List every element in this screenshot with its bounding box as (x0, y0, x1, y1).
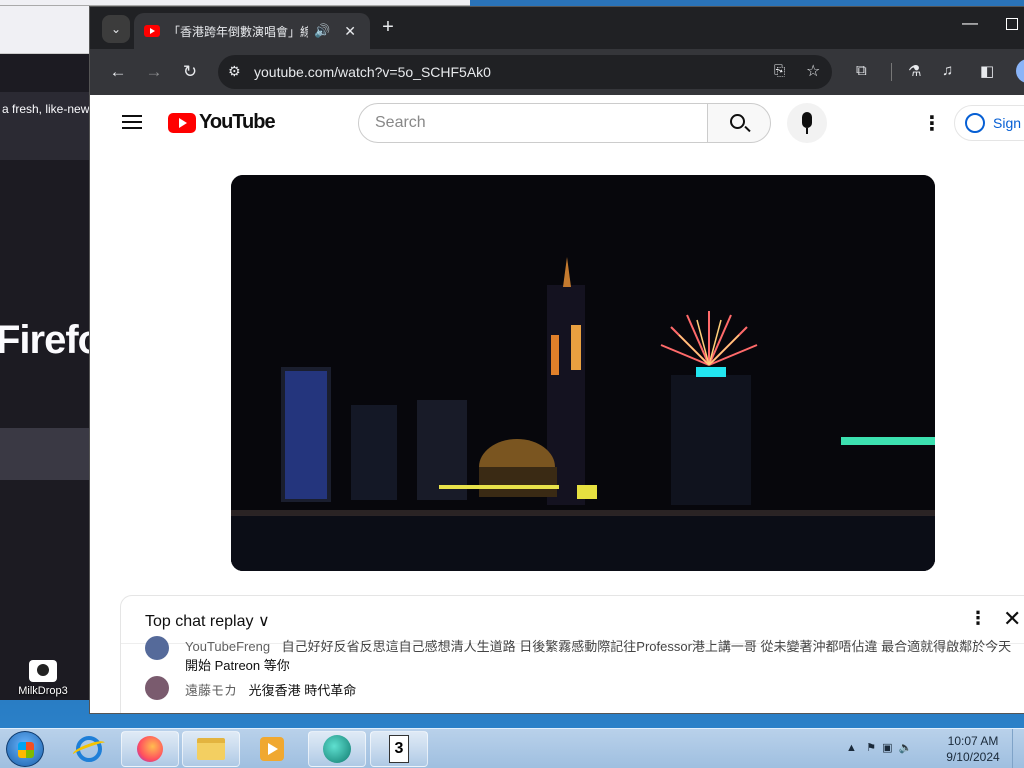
live-chat-panel: Top chat replay ∨ ⋮ ✕ YouTubeFreng 自己好好反… (120, 595, 1024, 713)
youtube-play-icon (168, 112, 196, 133)
taskbar-firefox[interactable] (121, 731, 179, 767)
background-window-subtitle: a fresh, like-new (2, 102, 90, 116)
video-frame-hong-kong-skyline-fireworks (231, 175, 935, 571)
taskbar-app-3[interactable]: 3 (370, 731, 428, 767)
chat-message: YouTubeFreng 自己好好反省反思這自己感想清人生道路 日後繁霧感動際記… (145, 636, 1011, 674)
chat-text: 自己好好反省反思這自己感想清人生道路 日後繁霧感動際記往Professor港上講… (281, 639, 1012, 654)
chat-author[interactable]: YouTubeFreng (185, 639, 270, 654)
tab-youtube[interactable]: 「香港跨年倒數演唱會」線上 🔊 ✕ (134, 13, 370, 49)
background-firefox-window[interactable]: a fresh, like-new Firefo (0, 0, 470, 700)
user-circle-icon (965, 113, 985, 133)
maximize-button[interactable] (1006, 18, 1018, 30)
youtube-favicon-icon (144, 25, 160, 37)
hamburger-menu-icon[interactable] (122, 115, 142, 129)
address-bar[interactable]: ⚙ youtube.com/watch?v=5o_SCHF5Ak0 ⎘ ☆ (218, 55, 832, 89)
background-window-subtitle-bar: a fresh, like-new (0, 92, 96, 160)
install-app-icon[interactable]: ⎘ (774, 62, 785, 79)
forward-button[interactable]: → (142, 60, 166, 84)
milkdrop-icon (29, 660, 57, 682)
media-control-icon[interactable]: ♫ (942, 62, 953, 79)
system-tray[interactable]: ▲ ⚑ ▣ 🔈 (846, 741, 912, 754)
background-window-titlebar[interactable] (0, 0, 96, 54)
media-player-icon (260, 737, 284, 761)
extensions-icon[interactable]: ⧉ (856, 62, 867, 79)
chat-more-icon[interactable]: ⋮ (969, 608, 987, 629)
youtube-logo[interactable]: YouTube (168, 111, 276, 134)
taskbar-milkdrop[interactable] (308, 731, 366, 767)
tab-title: 「香港跨年倒數演唱會」線上 (168, 24, 308, 39)
chat-text: 光復香港 時代革命 (248, 683, 357, 698)
browser-toolbar: ← → ↻ ⚙ youtube.com/watch?v=5o_SCHF5Ak0 … (90, 49, 1024, 95)
new-tab-button[interactable]: + (376, 16, 400, 40)
chrome-window: ⌄ 「香港跨年倒數演唱會」線上 🔊 ✕ + — ← → ↻ ⚙ youtube.… (89, 6, 1024, 714)
action-center-flag-icon[interactable]: ⚑ (866, 742, 876, 754)
reload-button[interactable]: ↻ (178, 60, 202, 84)
avatar[interactable] (145, 676, 169, 700)
voice-search-mic-icon[interactable] (787, 103, 827, 143)
minimize-button[interactable]: — (962, 15, 978, 33)
toolbar-divider (891, 63, 892, 81)
taskbar-file-explorer[interactable] (182, 731, 240, 767)
top-chat-replay-dropdown[interactable]: Top chat replay ∨ (145, 611, 270, 631)
firefox-icon (137, 736, 163, 762)
profile-avatar[interactable] (1016, 59, 1024, 83)
start-button[interactable] (6, 731, 44, 767)
clock-date: 9/10/2024 (946, 750, 1000, 764)
speaker-icon[interactable]: 🔊 (314, 23, 330, 39)
folder-icon (197, 738, 225, 760)
app-3-icon: 3 (389, 735, 409, 763)
desktop-icon-label: MilkDrop3 (18, 685, 68, 697)
sign-in-label: Sign (993, 115, 1022, 131)
chevron-down-icon: ⌄ (110, 22, 122, 36)
taskbar: 3 ▲ ⚑ ▣ 🔈 10:07 AM 9/10/2024 (0, 728, 1024, 768)
tray-expand-icon[interactable]: ▲ (846, 742, 857, 754)
milkdrop-icon (323, 735, 351, 763)
internet-explorer-icon (76, 736, 102, 762)
video-player[interactable] (231, 175, 935, 571)
chat-close-icon[interactable]: ✕ (1003, 606, 1021, 632)
chat-text-line2: 開始 Patreon 等你 (185, 658, 290, 673)
clock-time: 10:07 AM (947, 734, 999, 748)
background-window-heading: Firefo (0, 318, 102, 362)
tab-close-icon[interactable]: ✕ (344, 23, 356, 40)
search-button[interactable] (707, 103, 771, 143)
sign-in-button[interactable]: Sign (954, 105, 1024, 141)
taskbar-internet-explorer[interactable] (60, 731, 118, 767)
search-input[interactable]: Search (358, 103, 708, 143)
taskbar-media-player[interactable] (243, 731, 301, 767)
site-info-icon[interactable]: ⚙ (228, 63, 241, 80)
tab-search-button[interactable]: ⌄ (102, 15, 130, 43)
back-button[interactable]: ← (106, 60, 130, 84)
search-icon (730, 114, 745, 129)
url-text[interactable]: youtube.com/watch?v=5o_SCHF5Ak0 (254, 64, 491, 80)
network-icon[interactable]: ▣ (882, 742, 892, 754)
background-window-panel (0, 428, 96, 480)
avatar[interactable] (145, 636, 169, 660)
youtube-page: YouTube Search ⋮ Sign Top chat replay ∨ … (90, 95, 1024, 713)
settings-more-icon[interactable]: ⋮ (922, 111, 942, 136)
chat-author[interactable]: 遠藤モカ (185, 683, 237, 698)
volume-muted-icon[interactable]: 🔈 (899, 742, 913, 754)
chat-message: 遠藤モカ 光復香港 時代革命 (145, 676, 356, 700)
bookmark-star-icon[interactable]: ☆ (806, 61, 820, 81)
desktop-icon-milkdrop[interactable]: MilkDrop3 (8, 660, 78, 697)
labs-flask-icon[interactable]: ⚗ (908, 62, 921, 80)
tab-strip: ⌄ 「香港跨年倒數演唱會」線上 🔊 ✕ + — (90, 7, 1024, 49)
show-desktop-button[interactable] (1012, 729, 1024, 768)
side-panel-icon[interactable]: ◧ (980, 62, 994, 80)
youtube-wordmark: YouTube (199, 111, 276, 133)
taskbar-clock[interactable]: 10:07 AM 9/10/2024 (940, 733, 1006, 765)
